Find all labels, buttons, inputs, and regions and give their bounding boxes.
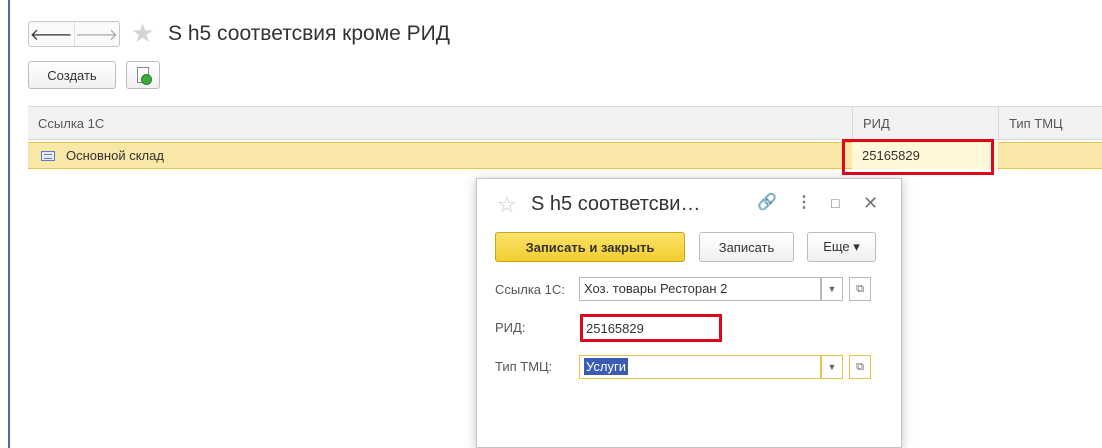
edit-dialog: ☆ S h5 соответсви… 🔗 ⋮ □ ✕ Записать и за… bbox=[476, 178, 902, 448]
annotation-highlight-box bbox=[580, 314, 722, 342]
column-header-link[interactable]: Ссылка 1С bbox=[28, 107, 852, 140]
cell-link: Основной склад bbox=[66, 148, 164, 163]
save-button[interactable]: Записать bbox=[699, 232, 794, 262]
arrow-left-icon[interactable]: 🡐 bbox=[29, 22, 75, 46]
column-header-rid[interactable]: РИД bbox=[852, 107, 998, 140]
chevron-down-icon[interactable]: ▼ bbox=[821, 355, 843, 379]
open-icon[interactable]: ⧉ bbox=[849, 277, 871, 301]
document-add-icon bbox=[137, 67, 152, 85]
link-field-label: Ссылка 1С: bbox=[495, 282, 565, 297]
annotation-highlight-box bbox=[842, 139, 994, 175]
type-field-label: Тип ТМЦ: bbox=[495, 359, 553, 374]
column-header-type[interactable]: Тип ТМЦ bbox=[998, 107, 1102, 140]
add-copy-button[interactable] bbox=[126, 61, 160, 89]
type-field[interactable]: Услуги bbox=[579, 355, 821, 379]
more-vertical-icon[interactable]: ⋮ bbox=[796, 191, 812, 215]
save-and-close-button[interactable]: Записать и закрыть bbox=[495, 232, 685, 262]
maximize-icon[interactable]: □ bbox=[831, 191, 839, 215]
star-icon[interactable]: ☆ bbox=[497, 193, 517, 217]
create-button[interactable]: Создать bbox=[28, 61, 116, 89]
navigation-buttons: 🡐 🡒 bbox=[28, 21, 120, 47]
link-icon[interactable]: 🔗 bbox=[757, 191, 777, 215]
catalog-item-icon bbox=[41, 151, 55, 161]
chevron-down-icon[interactable]: ▼ bbox=[821, 277, 843, 301]
rid-field-label: РИД: bbox=[495, 320, 526, 335]
table-header: Ссылка 1С РИД Тип ТМЦ bbox=[28, 106, 1102, 140]
close-icon[interactable]: ✕ bbox=[863, 191, 878, 215]
arrow-right-icon[interactable]: 🡒 bbox=[75, 22, 120, 46]
favorite-star-icon[interactable]: ★ bbox=[131, 19, 154, 47]
dialog-title: S h5 соответсви… bbox=[531, 193, 701, 215]
page-title: S h5 соответсвия кроме РИД bbox=[168, 22, 450, 45]
type-field-value: Услуги bbox=[584, 358, 628, 375]
open-icon[interactable]: ⧉ bbox=[849, 355, 871, 379]
more-button[interactable]: Еще ▾ bbox=[807, 232, 876, 262]
link-field[interactable]: Хоз. товары Ресторан 2 bbox=[579, 277, 821, 301]
